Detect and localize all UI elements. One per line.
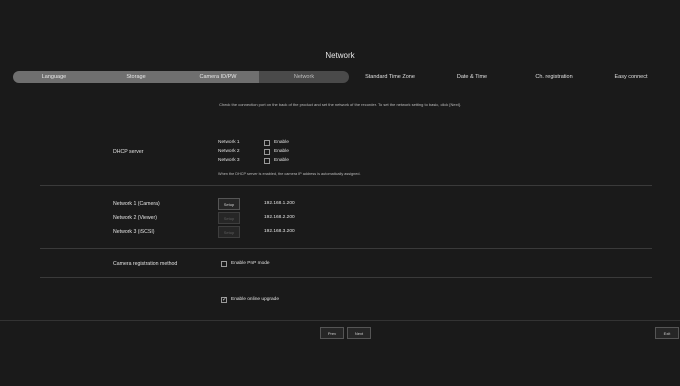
tab-date-time[interactable]: Date & Time <box>431 71 513 83</box>
camera-registration-method-label: Camera registration method <box>113 261 178 267</box>
dhcp-server-label: DHCP server <box>113 149 144 155</box>
tab-camera-id-pw[interactable]: Camera ID/PW <box>177 71 259 83</box>
dhcp-network-1-checkbox[interactable] <box>264 140 270 146</box>
network-3-setup-button[interactable]: Setup <box>218 226 240 238</box>
online-upgrade-checkbox[interactable] <box>221 296 227 303</box>
tab-easy-connect[interactable]: Easy connect <box>595 71 667 83</box>
divider <box>40 185 652 186</box>
pnp-mode-checkbox[interactable] <box>221 261 227 267</box>
wizard-step-bar: Language Storage Camera ID/PW Network St… <box>13 71 667 83</box>
next-button[interactable]: Next <box>347 327 371 339</box>
network-3-ip: 192.168.3.200 <box>264 229 295 234</box>
exit-button[interactable]: Exit <box>655 327 679 339</box>
divider <box>40 277 652 278</box>
network-3-iscsi-label: Network 3 (iSCSI) <box>113 229 155 235</box>
pnp-mode-label[interactable]: Enable PnP mode <box>231 261 270 266</box>
tab-storage[interactable]: Storage <box>95 71 177 83</box>
dhcp-network-1-enable-label[interactable]: Enable <box>274 140 289 145</box>
tab-ch-registration[interactable]: Ch. registration <box>513 71 595 83</box>
tab-network[interactable]: Network <box>259 71 349 83</box>
network-1-setup-button[interactable]: Setup <box>218 198 240 210</box>
tab-standard-time-zone[interactable]: Standard Time Zone <box>349 71 431 83</box>
page-title: Network <box>325 51 355 60</box>
dhcp-network-1-label: Network 1 <box>218 140 240 145</box>
network-1-camera-label: Network 1 (Camera) <box>113 201 160 207</box>
network-2-ip: 192.168.2.200 <box>264 215 295 220</box>
dhcp-network-2-checkbox[interactable] <box>264 149 270 155</box>
network-2-setup-button[interactable]: Setup <box>218 212 240 224</box>
network-1-ip: 192.168.1.200 <box>264 201 295 206</box>
prev-button[interactable]: Prev <box>320 327 344 339</box>
network-2-viewer-label: Network 2 (Viewer) <box>113 215 158 221</box>
footer-divider <box>0 320 680 321</box>
instruction-text: Check the connection port on the back of… <box>219 102 461 107</box>
dhcp-network-3-label: Network 3 <box>218 158 240 163</box>
dhcp-note: When the DHCP server is enabled, the cam… <box>218 172 361 176</box>
dhcp-network-2-label: Network 2 <box>218 149 240 154</box>
online-upgrade-label[interactable]: Enable online upgrade <box>231 297 279 302</box>
tab-language[interactable]: Language <box>13 71 95 83</box>
dhcp-network-3-checkbox[interactable] <box>264 158 270 164</box>
dhcp-network-2-enable-label[interactable]: Enable <box>274 149 289 154</box>
dhcp-network-3-enable-label[interactable]: Enable <box>274 158 289 163</box>
divider <box>40 248 652 249</box>
